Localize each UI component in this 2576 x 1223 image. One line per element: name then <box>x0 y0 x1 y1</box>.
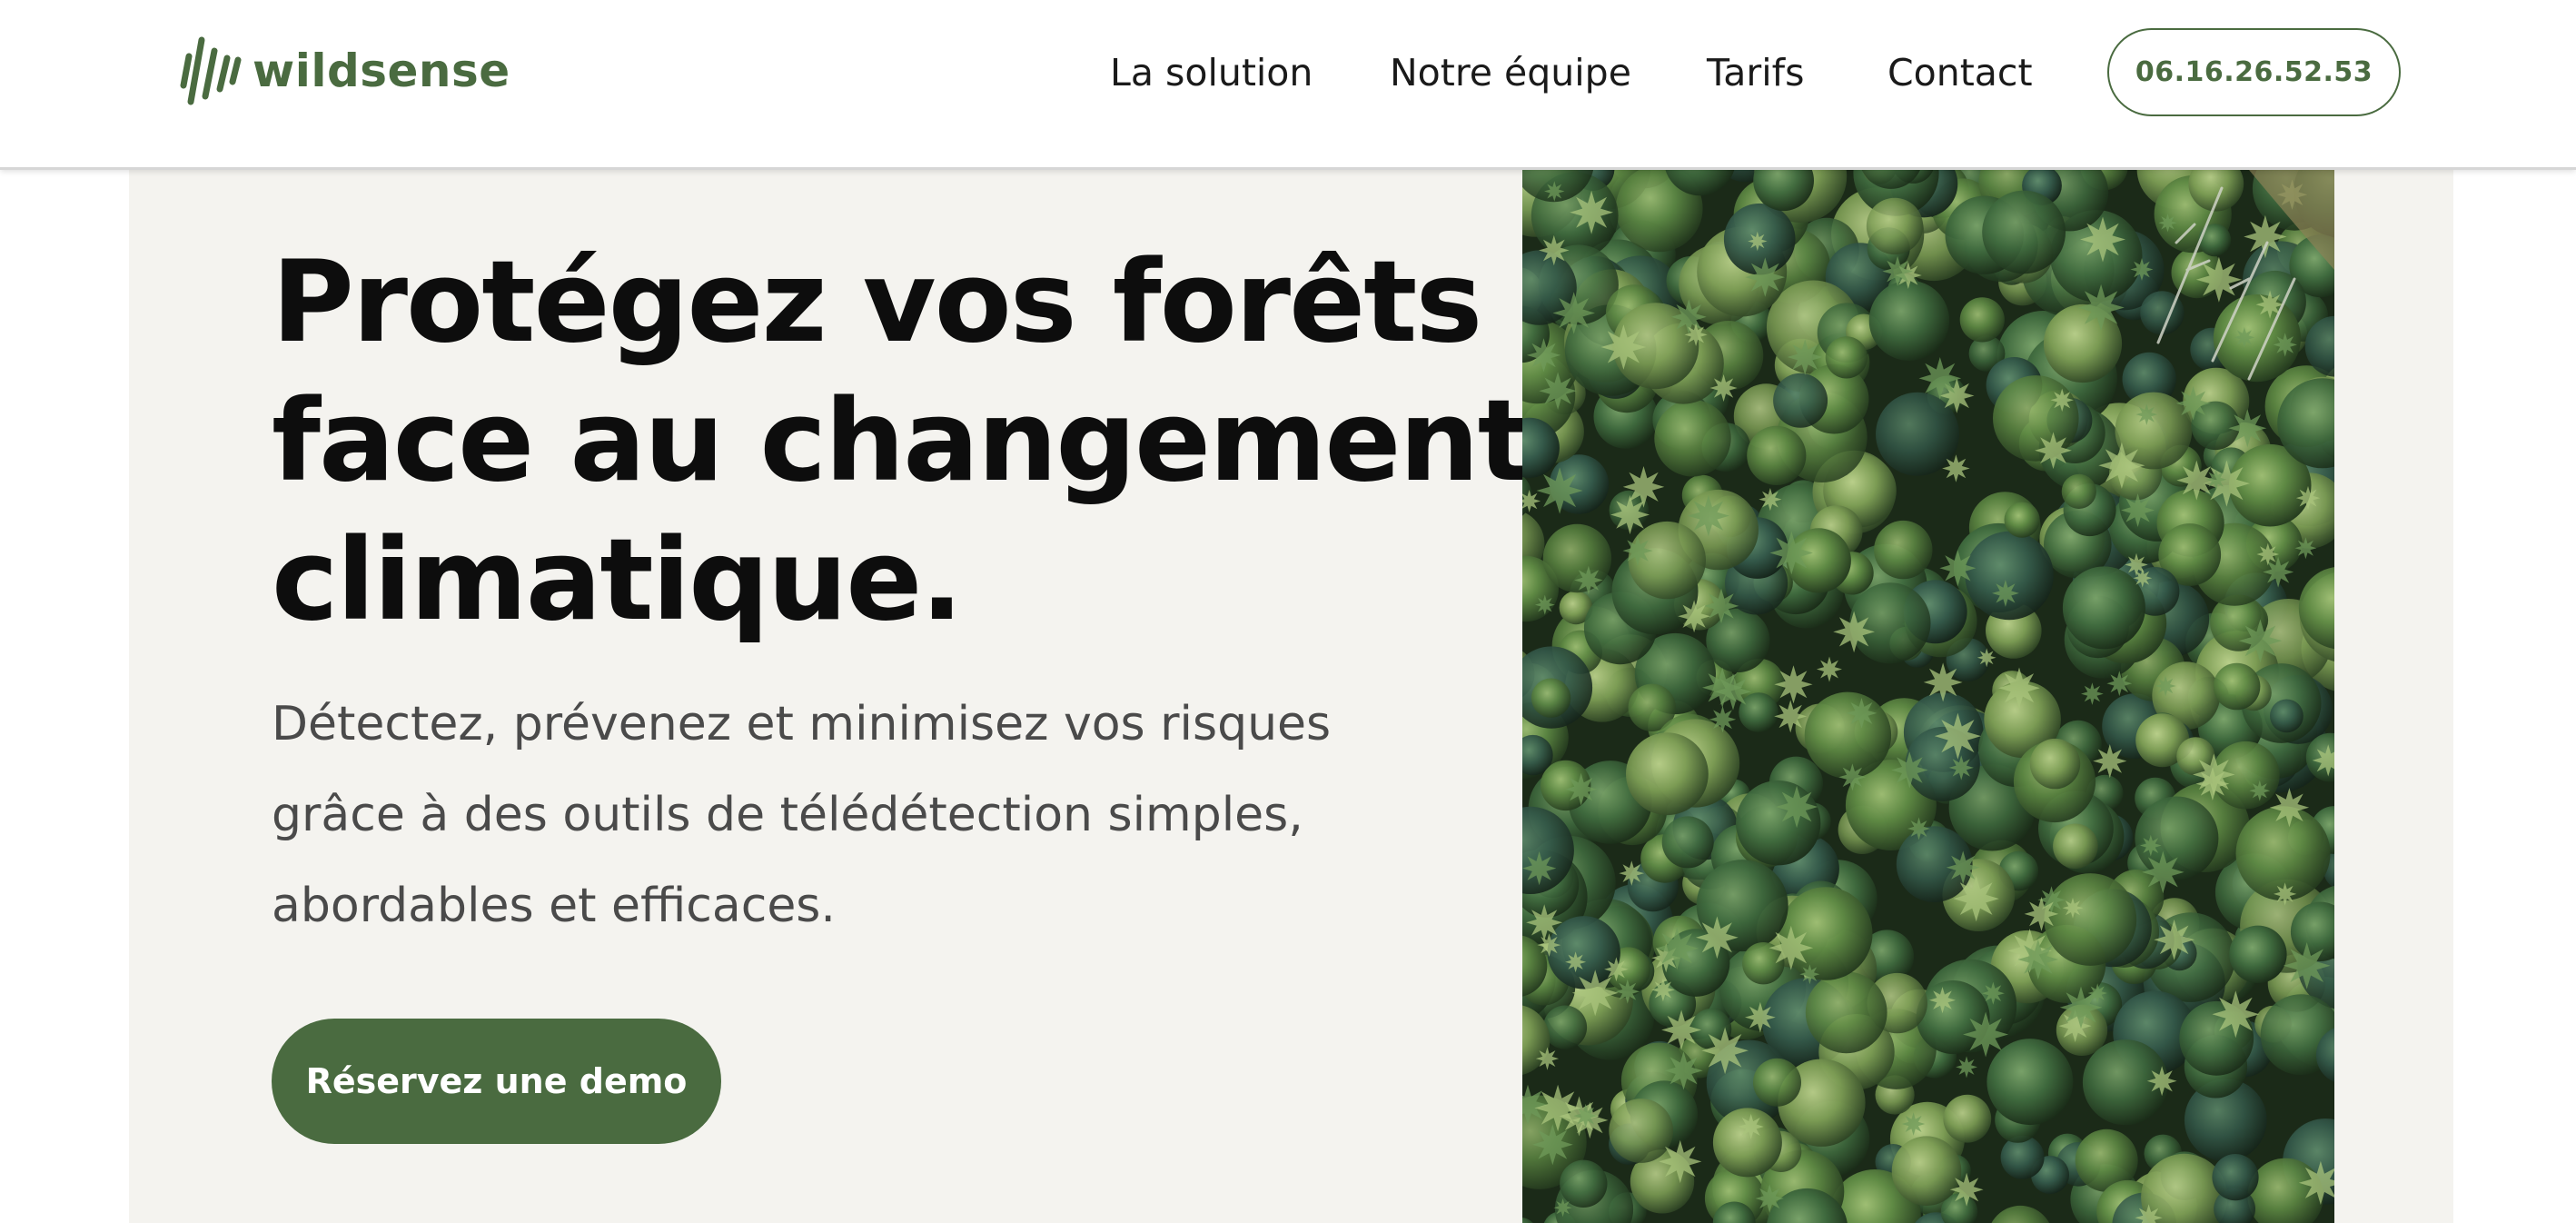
hero-subtitle: Détectez, prévenez et minimisez vos risq… <box>272 679 1452 951</box>
logo-text: wildsense <box>253 45 510 97</box>
nav-notre-equipe[interactable]: Notre équipe <box>1390 0 1631 145</box>
hero-subtitle-line: abordables et efficaces. <box>272 879 836 933</box>
site-header: wildsense La solution Notre équipe Tarif… <box>0 0 2576 170</box>
aerial-forest-photo <box>1522 170 2334 1223</box>
hero-subtitle-line: Détectez, prévenez et minimisez vos risq… <box>272 697 1332 751</box>
hero-title: Protégez vos forêts face au changement c… <box>272 234 1543 651</box>
phone-button[interactable]: 06.16.26.52.53 <box>2107 28 2401 116</box>
hero-title-line: climatique. <box>272 515 963 646</box>
hero-title-line: Protégez vos forêts <box>272 237 1482 368</box>
logo-link[interactable]: wildsense <box>180 33 510 109</box>
nav-tarifs[interactable]: Tarifs <box>1707 0 1804 145</box>
wildsense-logo-icon <box>180 36 242 105</box>
forest-canopy-illustration <box>1522 170 2334 1223</box>
book-demo-button[interactable]: Réservez une demo <box>272 1019 721 1144</box>
nav-contact[interactable]: Contact <box>1887 0 2033 145</box>
nav-la-solution[interactable]: La solution <box>1110 0 1313 145</box>
hero-title-line: face au changement <box>272 376 1531 507</box>
hero-subtitle-line: grâce à des outils de télédétection simp… <box>272 788 1303 842</box>
